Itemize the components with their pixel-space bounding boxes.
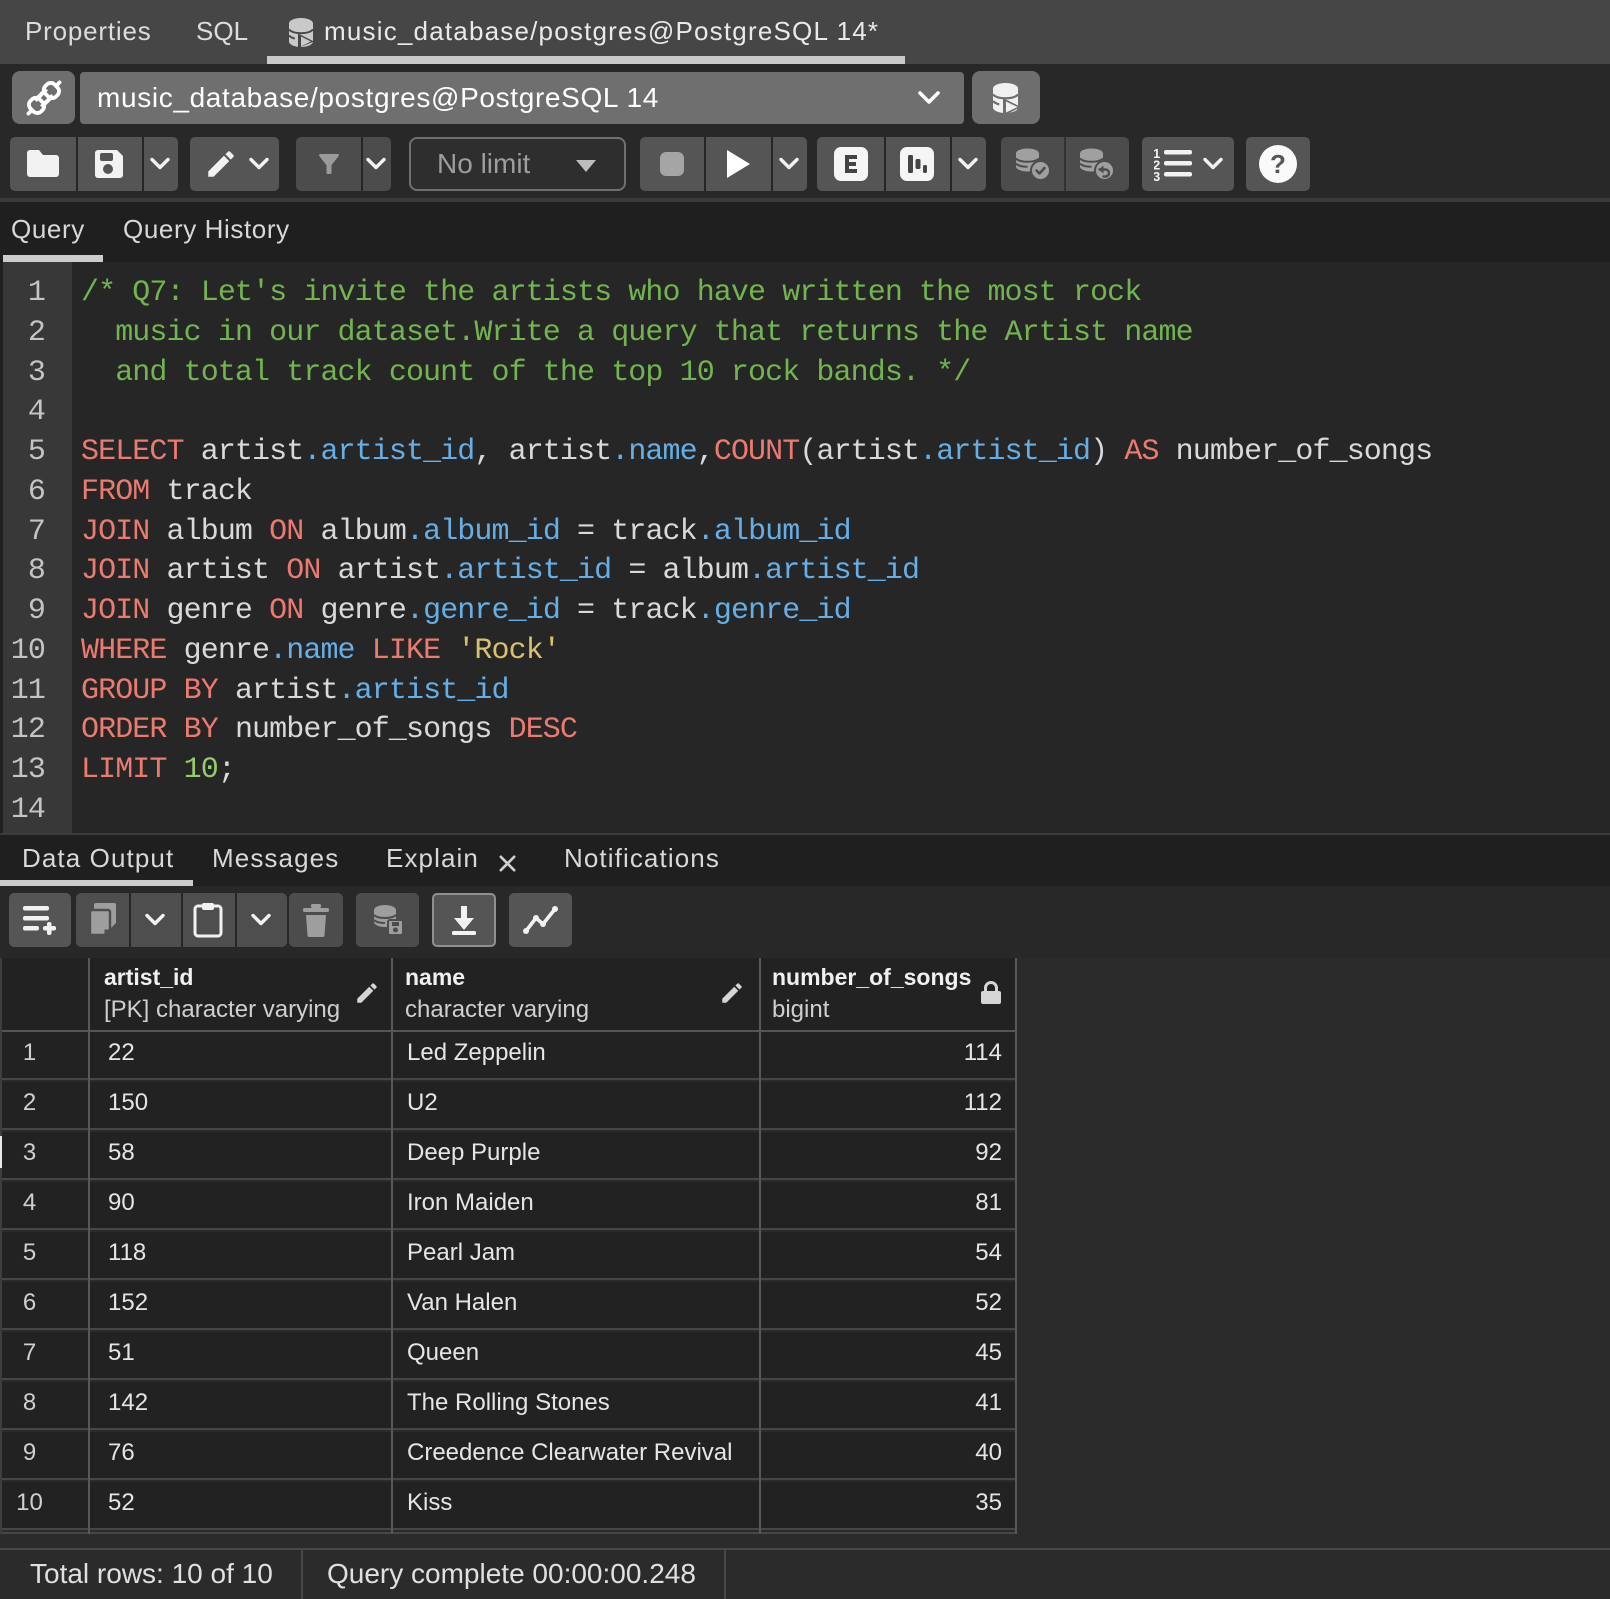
svg-text:?: ? (1270, 149, 1286, 179)
svg-text:3: 3 (1154, 169, 1160, 181)
